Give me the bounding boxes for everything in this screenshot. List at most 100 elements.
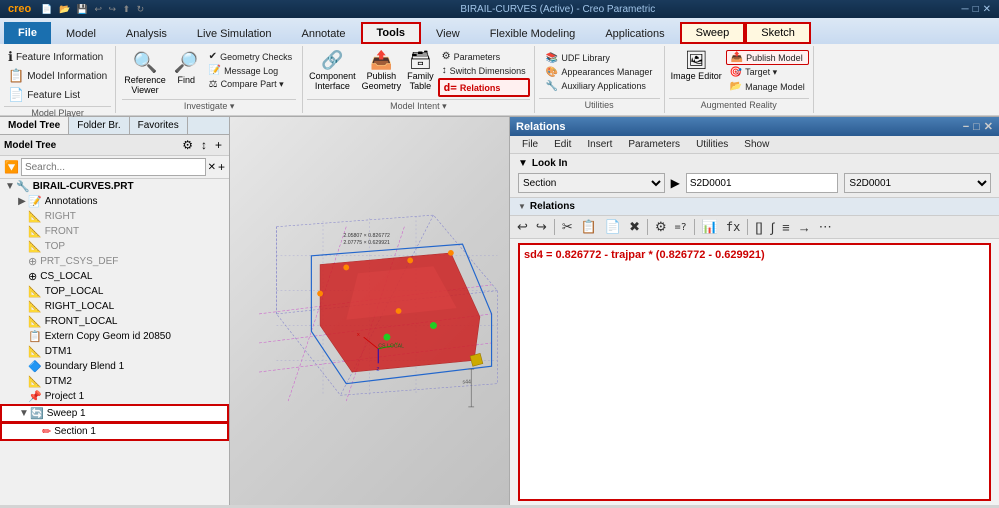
feature-information-btn[interactable]: ℹ Feature Information [4,48,111,66]
rel-align-btn[interactable]: ≡ [779,219,793,236]
rel-undo-btn[interactable]: ↩ [514,218,531,236]
tree-item-birail[interactable]: ▼ 🔧 BIRAIL-CURVES.PRT [0,179,229,194]
tree-item-cs-local[interactable]: ⊕ CS_LOCAL [0,269,229,284]
tab-live-simulation[interactable]: Live Simulation [182,22,287,44]
feature-list-btn[interactable]: 📄 Feature List [4,86,111,104]
geometry-checks-btn[interactable]: ✔ Geometry Checks [205,50,296,63]
undo-btn[interactable]: ↩ [94,4,102,14]
tree-item-top-local[interactable]: 📐 TOP_LOCAL [0,284,229,299]
look-in-field-select[interactable]: S2D0001 [844,173,991,193]
rel-cut-btn[interactable]: ✂ [559,218,576,236]
publish-model-icon: 📤 [731,52,743,63]
tab-sketch[interactable]: Sketch [745,22,811,44]
maximize-btn[interactable]: □ [973,4,979,15]
tree-item-top[interactable]: 📐 TOP [0,239,229,254]
message-log-btn[interactable]: 📝 Message Log [205,64,296,77]
relations-menu-insert[interactable]: Insert [579,137,620,152]
relations-btn[interactable]: d= Relations [438,78,530,97]
clear-search-btn[interactable]: ✕ [208,162,216,173]
parameters-btn[interactable]: ⚙ Parameters [438,50,530,63]
up-btn[interactable]: ⬆ [123,4,131,14]
tree-item-dtm2[interactable]: 📐 DTM2 [0,374,229,389]
tree-item-right-local[interactable]: 📐 RIGHT_LOCAL [0,299,229,314]
tab-applications[interactable]: Applications [590,22,679,44]
switch-dimensions-btn[interactable]: ↕ Switch Dimensions [438,64,530,77]
publish-geometry-btn[interactable]: 📤 PublishGeometry [360,48,404,93]
new-btn[interactable]: 📄 [41,4,52,14]
rel-more-btn[interactable]: ⋯ [816,218,835,236]
open-btn[interactable]: 📂 [59,4,70,14]
relations-menu-utilities[interactable]: Utilities [688,137,736,152]
rel-integral-btn[interactable]: ∫ [768,219,778,236]
look-in-select[interactable]: Section [518,173,665,193]
find-btn[interactable]: 🔎 Find [172,48,201,87]
redo-btn[interactable]: ↪ [109,4,117,14]
tree-item-prt-csys[interactable]: ⊕ PRT_CSYS_DEF [0,254,229,269]
minimize-btn[interactable]: ─ [961,4,968,15]
relations-menu-edit[interactable]: Edit [546,137,579,152]
relations-menu-file[interactable]: File [514,137,546,152]
relations-editor[interactable]: sd4 = 0.826772 - trajpar * (0.826772 - 0… [518,243,991,501]
model-information-btn[interactable]: 📋 Model Information [4,67,111,85]
tree-expand-all-btn[interactable]: ↕ [198,137,210,153]
rel-verify-btn[interactable]: =? [672,221,690,234]
target-btn[interactable]: 🎯 Target ▾ [726,66,809,79]
tree-item-section1[interactable]: ✏ Section 1 [0,422,229,441]
tree-item-extern-copy[interactable]: 📋 Extern Copy Geom id 20850 [0,329,229,344]
auxiliary-applications-btn[interactable]: 🔧 Auxiliary Applications [542,80,657,93]
tab-analysis[interactable]: Analysis [111,22,182,44]
tab-flexible-modeling[interactable]: Flexible Modeling [475,22,591,44]
compare-part-btn[interactable]: ⚖ Compare Part ▾ [205,78,296,91]
tree-item-dtm1[interactable]: 📐 DTM1 [0,344,229,359]
tab-tools[interactable]: Tools [361,22,422,44]
close-btn[interactable]: ✕ [983,4,991,15]
rel-paste-btn[interactable]: 📄 [602,218,624,236]
tab-model[interactable]: Model [51,22,111,44]
tree-content: ▼ 🔧 BIRAIL-CURVES.PRT ▶ 📝 Annotations 📐 … [0,179,229,505]
tab-annotate[interactable]: Annotate [286,22,360,44]
rel-copy-btn[interactable]: 📋 [578,218,600,236]
rel-redo-btn[interactable]: ↪ [533,218,550,236]
tree-item-right[interactable]: 📐 RIGHT [0,209,229,224]
rel-function-btn[interactable]: fx [723,219,743,235]
tab-sweep[interactable]: Sweep [680,22,746,44]
image-editor-icon: 🖼 [685,50,708,71]
family-table-btn[interactable]: 🗃 FamilyTable [405,48,436,93]
tree-item-boundary-blend[interactable]: 🔷 Boundary Blend 1 [0,359,229,374]
relations-menu-parameters[interactable]: Parameters [620,137,688,152]
tree-item-sweep1[interactable]: ▼ 🔄 Sweep 1 [0,404,229,423]
look-in-field[interactable] [686,173,839,193]
publish-model-btn[interactable]: 📤 Publish Model [726,50,809,65]
tree-item-front[interactable]: 📐 FRONT [0,224,229,239]
rel-insert-symbol-btn[interactable]: → [795,219,814,236]
viewport[interactable]: CS LOCAL X Y Z 2.05807 × 0.826772 2.0777… [230,117,509,505]
manage-model-btn[interactable]: 📂 Manage Model [726,80,809,93]
regen-btn[interactable]: ↻ [137,4,145,14]
tree-add-btn[interactable]: + [212,137,225,153]
rel-bracket-btn[interactable]: [] [752,219,765,236]
reference-viewer-btn[interactable]: 🔍 ReferenceViewer [122,48,168,97]
tree-settings-btn[interactable]: ⚙ [179,137,196,153]
appearances-manager-btn[interactable]: 🎨 Appearances Manager [542,66,657,79]
rel-chart-btn[interactable]: 📊 [699,218,721,236]
component-interface-btn[interactable]: 🔗 ComponentInterface [307,48,358,93]
udf-library-btn[interactable]: 📚 UDF Library [542,52,657,65]
relations-menu-show[interactable]: Show [736,137,777,152]
image-editor-btn[interactable]: 🖼 Image Editor [669,48,724,83]
add-item-btn[interactable]: + [218,160,225,174]
tree-item-annotations[interactable]: ▶ 📝 Annotations [0,194,229,209]
rel-settings-btn[interactable]: ⚙ [652,218,670,236]
relations-minimize-btn[interactable]: − [963,121,969,133]
tree-item-project1[interactable]: 📌 Project 1 [0,389,229,404]
tab-file[interactable]: File [4,22,51,44]
rel-delete-btn[interactable]: ✖ [626,218,643,236]
relations-maximize-btn[interactable]: □ [973,121,980,133]
save-btn[interactable]: 💾 [77,4,88,14]
tab-folder-browser[interactable]: Folder Br. [69,117,129,134]
tab-model-tree[interactable]: Model Tree [0,117,69,134]
search-input[interactable] [21,158,206,176]
tree-item-front-local[interactable]: 📐 FRONT_LOCAL [0,314,229,329]
relations-close-btn[interactable]: ✕ [984,120,993,133]
tab-favorites[interactable]: Favorites [130,117,188,134]
tab-view[interactable]: View [421,22,475,44]
